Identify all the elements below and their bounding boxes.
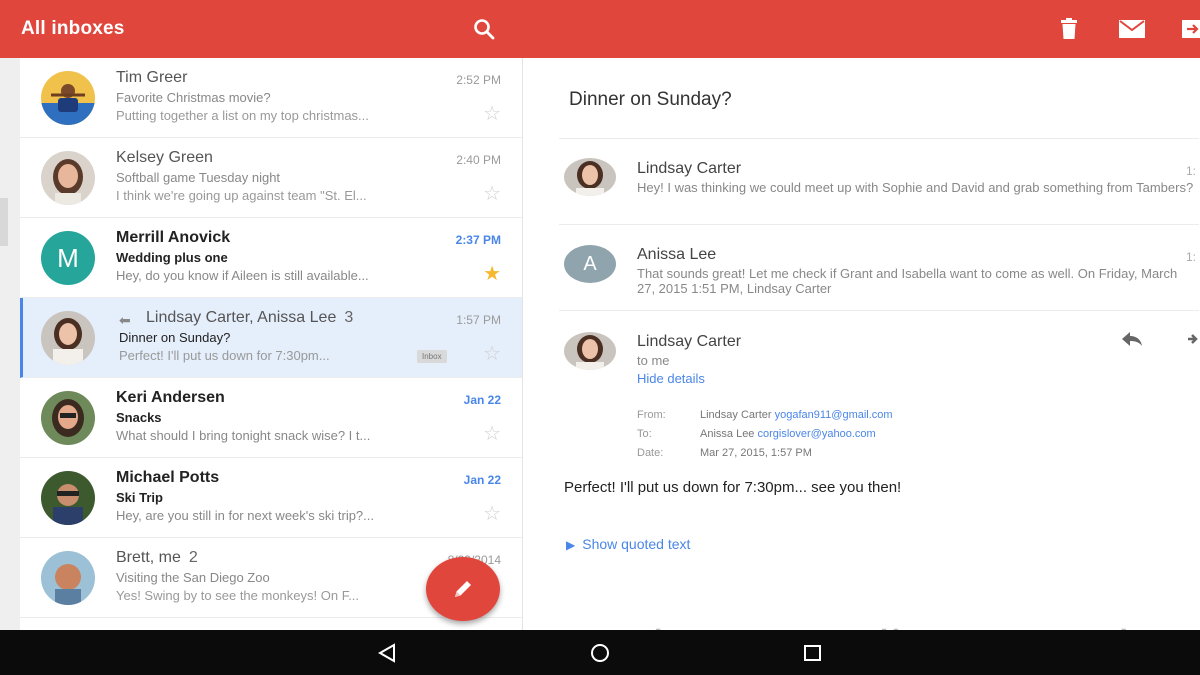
from-value: Lindsay Carter yogafan911@gmail.com [700, 409, 893, 421]
message-snippet[interactable]: Hey! I was thinking we could meet up wit… [637, 180, 1197, 195]
from-label: From: [637, 409, 666, 421]
delete-icon[interactable] [1056, 16, 1082, 42]
divider [559, 310, 1199, 311]
thread-count: 2 [188, 549, 198, 566]
show-quoted-text-link[interactable]: ▶ Show quoted text [566, 536, 690, 552]
star-icon[interactable]: ☆ [483, 184, 501, 204]
to-label: To: [637, 428, 652, 440]
more-actions-icon[interactable] [1186, 330, 1200, 354]
message-body: Perfect! I'll put us down for 7:30pm... … [564, 479, 902, 496]
thread-sender: Lindsay Carter, Anissa Lee 3 [146, 309, 354, 326]
thread-sender: Merrill Anovick [116, 229, 231, 246]
thread-row[interactable]: Kelsey Green 2:40 PM Softball game Tuesd… [20, 138, 522, 218]
left-gutter [0, 58, 20, 630]
to-value: Anissa Lee corgislover@yahoo.com [700, 428, 876, 440]
inbox-label-chip: Inbox [417, 350, 447, 363]
divider [559, 138, 1199, 139]
thread-row[interactable]: Keri Andersen Jan 22 Snacks What should … [20, 378, 522, 458]
thread-sender: Tim Greer [116, 69, 188, 86]
thread-time: 2:37 PM [455, 233, 501, 247]
star-icon[interactable]: ☆ [483, 104, 501, 124]
pencil-icon [455, 581, 471, 597]
message-time: 1: [1186, 164, 1197, 178]
avatar [41, 71, 95, 125]
thread-subject: Wedding plus one [116, 250, 228, 265]
thread-snippet: Perfect! I'll put us down for 7:30pm... [119, 348, 330, 363]
gutter-indicator [0, 198, 8, 246]
thread-snippet: Yes! Swing by to see the monkeys! On F..… [116, 588, 360, 603]
reading-pane: Dinner on Sunday? Lindsay Carter Hey! I … [524, 58, 1200, 630]
thread-count: 3 [344, 309, 354, 326]
recents-icon[interactable] [801, 642, 825, 664]
avatar [41, 471, 95, 525]
thread-snippet: Putting together a list on my top christ… [116, 108, 369, 123]
app-title: All inboxes [21, 18, 125, 39]
thread-row[interactable]: Tim Greer 2:52 PM Favorite Christmas mov… [20, 58, 522, 138]
thread-subject: Softball game Tuesday night [116, 170, 281, 185]
thread-subject: Dinner on Sunday? [119, 330, 231, 345]
move-icon[interactable] [1180, 16, 1200, 42]
thread-snippet: Hey, do you know if Aileen is still avai… [116, 268, 369, 283]
avatar [564, 332, 616, 370]
avatar [41, 391, 95, 445]
to-email-link[interactable]: corgislover@yahoo.com [758, 428, 876, 440]
app-bar: All inboxes [0, 0, 1200, 58]
message-sender[interactable]: Lindsay Carter [637, 160, 741, 178]
thread-time: 1:57 PM [456, 313, 501, 327]
thread-subject: Ski Trip [116, 490, 163, 505]
avatar: A [564, 245, 616, 283]
mark-unread-icon[interactable] [1117, 16, 1147, 42]
message-snippet[interactable]: That sounds great! Let me check if Grant… [637, 266, 1197, 296]
avatar [41, 151, 95, 205]
thread-sender: Kelsey Green [116, 149, 213, 166]
thread-snippet: Hey, are you still in for next week's sk… [116, 508, 375, 523]
compose-button[interactable] [426, 557, 500, 621]
avatar [41, 311, 95, 365]
home-icon[interactable] [588, 642, 612, 664]
thread-sender: Brett, me 2 [116, 549, 198, 566]
thread-sender: Keri Andersen [116, 389, 225, 406]
thread-time: 2:40 PM [456, 153, 501, 167]
thread-snippet: What should I bring tonight snack wise? … [116, 428, 371, 443]
avatar: M [41, 231, 95, 285]
thread-sender: Michael Potts [116, 469, 220, 486]
thread-snippet: I think we're going up against team "St.… [116, 188, 367, 203]
message-sender[interactable]: Anissa Lee [637, 246, 716, 264]
star-icon[interactable]: ☆ [483, 504, 501, 524]
conversation-subject: Dinner on Sunday? [569, 89, 732, 110]
thread-list[interactable]: Tim Greer 2:52 PM Favorite Christmas mov… [20, 58, 523, 630]
thread-row[interactable]: Michael Potts Jan 22 Ski Trip Hey, are y… [20, 458, 522, 538]
avatar [41, 551, 95, 605]
thread-subject: Visiting the San Diego Zoo [116, 570, 270, 585]
thread-time: Jan 22 [463, 393, 501, 407]
date-value: Mar 27, 2015, 1:57 PM [700, 447, 812, 459]
thread-time: Jan 22 [463, 473, 501, 487]
divider [559, 224, 1199, 225]
replied-icon: ⬅ [119, 312, 131, 328]
message-time: 1: [1186, 250, 1197, 264]
avatar [564, 158, 616, 196]
system-nav-bar [0, 630, 1200, 675]
triangle-right-icon: ▶ [566, 538, 576, 552]
date-label: Date: [637, 447, 664, 459]
thread-row-selected[interactable]: ⬅ Lindsay Carter, Anissa Lee 3 1:57 PM Di… [20, 298, 522, 378]
star-icon[interactable]: ☆ [483, 344, 501, 364]
reply-icon[interactable] [1120, 330, 1144, 354]
thread-time: 2:52 PM [456, 73, 501, 87]
search-icon[interactable] [471, 16, 497, 42]
from-email-link[interactable]: yogafan911@gmail.com [775, 409, 893, 421]
thread-subject: Snacks [116, 410, 162, 425]
recipient-line: to me [637, 353, 670, 368]
message-sender[interactable]: Lindsay Carter [637, 333, 741, 351]
thread-row[interactable]: M Merrill Anovick 2:37 PM Wedding plus o… [20, 218, 522, 298]
back-icon[interactable] [375, 642, 399, 664]
star-icon[interactable]: ★ [483, 264, 501, 284]
star-icon[interactable]: ☆ [483, 424, 501, 444]
thread-subject: Favorite Christmas movie? [116, 90, 271, 105]
hide-details-link[interactable]: Hide details [637, 371, 705, 386]
